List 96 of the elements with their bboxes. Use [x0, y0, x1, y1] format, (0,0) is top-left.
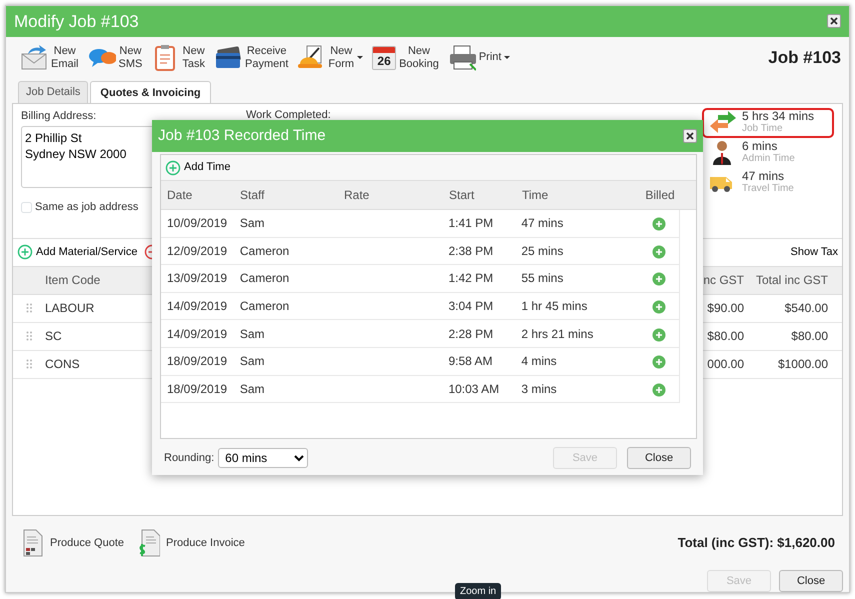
- dialog-button[interactable]: Close: [627, 447, 691, 469]
- table-cell-text: 1 hr 45 mins: [521, 298, 588, 316]
- table-cell-text: $90.00: [707, 300, 744, 318]
- add-time-button[interactable]: Add Time: [165, 159, 230, 176]
- time-value: 47 mins: [742, 170, 786, 184]
- table-cell-text: 9:58 AM: [448, 353, 494, 370]
- checkbox[interactable]: [21, 202, 32, 214]
- column-header: Time: [522, 187, 550, 204]
- plus-icon[interactable]: [652, 382, 666, 397]
- plus-icon: [165, 160, 181, 176]
- drag-handle-icon[interactable]: [26, 331, 32, 342]
- plus-icon: [17, 244, 33, 260]
- table-cell-text: 25 mins: [521, 242, 564, 260]
- table-cell-text: $80.00: [707, 328, 744, 346]
- produce-button[interactable]: Produce Invoice: [136, 529, 245, 558]
- field-label: Work Completed:: [246, 108, 331, 122]
- drag-handle-icon[interactable]: [26, 359, 32, 370]
- checkbox-label: Same as job address: [35, 200, 138, 216]
- close-button[interactable]: [683, 129, 697, 143]
- field-label: Billing Address:: [21, 108, 98, 124]
- time-label: Travel Time: [742, 183, 794, 196]
- column-header: Total inc GST: [754, 272, 828, 290]
- column-header: Item Code: [45, 272, 100, 290]
- table-cell-text: Cameron: [240, 298, 290, 316]
- table-cell-text: 4 mins: [521, 353, 558, 370]
- table-cell-text: 2:38 PM: [448, 242, 494, 260]
- table-cell-text: 12/09/2019: [166, 242, 228, 260]
- show-tax-link[interactable]: Show Tax: [790, 244, 838, 261]
- table-cell-text: 14/09/2019: [166, 326, 228, 343]
- column-header: nc GST: [703, 272, 744, 290]
- table-cell-text: 18/09/2019: [166, 353, 228, 370]
- table-cell-text: Cameron: [240, 242, 290, 260]
- drag-handle-icon[interactable]: [26, 303, 32, 314]
- produce-button[interactable]: Produce Quote: [20, 529, 124, 558]
- table-cell-text: 2 hrs 21 mins: [521, 326, 594, 343]
- plus-icon[interactable]: [652, 328, 666, 342]
- total-amount: Total (inc GST): $1,620.00: [678, 534, 835, 552]
- toolbar-button[interactable]: New Form: [297, 44, 364, 72]
- plus-icon[interactable]: [652, 244, 666, 259]
- close-icon: [828, 15, 840, 28]
- job-number: Job #103: [768, 47, 841, 70]
- tooltip: Zoom in: [455, 583, 502, 599]
- plus-icon[interactable]: [652, 217, 666, 232]
- column-header: Start: [449, 187, 476, 204]
- table-cell-text: 3:04 PM: [448, 298, 494, 316]
- tab[interactable]: Quotes & Invoicing: [90, 80, 211, 104]
- dialog-button[interactable]: Close: [779, 570, 843, 592]
- plus-icon[interactable]: [652, 272, 666, 286]
- add-material-button[interactable]: Add Material/Service: [17, 244, 138, 261]
- time-label: Job Time: [742, 123, 784, 136]
- table-cell-text: 000.00: [707, 356, 744, 374]
- table-cell-text: 10:03 AM: [448, 380, 500, 398]
- field-label: Rounding:: [164, 450, 214, 466]
- toolbar-button[interactable]: Receive Payment: [214, 44, 288, 72]
- table-cell-text: CONS: [45, 356, 80, 374]
- calendar-icon: 26: [372, 46, 396, 70]
- toolbar-button[interactable]: New Email: [20, 44, 79, 72]
- table-cell-text: Sam: [240, 380, 266, 398]
- table-cell-text: Sam: [240, 326, 266, 343]
- table-cell-text: 47 mins: [521, 215, 564, 232]
- table-cell-text: Cameron: [240, 270, 290, 288]
- rounding-select[interactable]: 60 mins: [218, 448, 308, 468]
- close-icon: [684, 130, 696, 142]
- table-cell-text: 3 mins: [521, 380, 558, 398]
- table-cell-text: SC: [45, 328, 62, 346]
- table-cell-text: 10/09/2019: [166, 215, 228, 232]
- table-cell-text: Sam: [240, 215, 266, 232]
- plus-icon[interactable]: [652, 355, 666, 370]
- window-title: Modify Job #103: [14, 10, 139, 33]
- table-cell-text: 2:28 PM: [448, 326, 494, 343]
- close-button[interactable]: [827, 14, 841, 28]
- table-cell-text: 13/09/2019: [166, 270, 228, 288]
- table-cell-text: $540.00: [784, 300, 828, 318]
- tab[interactable]: Job Details: [18, 80, 88, 103]
- table-cell-text: 1:42 PM: [448, 270, 494, 288]
- envelope-icon: [20, 44, 48, 72]
- table-cell-text: LABOUR: [45, 300, 94, 318]
- time-value: 6 mins: [742, 140, 778, 154]
- toolbar-button[interactable]: New Task: [151, 44, 205, 72]
- table-cell-text: 18/09/2019: [166, 380, 228, 398]
- column-header: Staff: [240, 187, 266, 204]
- toolbar-button[interactable]: Print: [448, 44, 510, 72]
- plus-icon[interactable]: [652, 300, 666, 314]
- table-cell-text: 1:41 PM: [448, 215, 494, 232]
- table-cell-text: 14/09/2019: [166, 298, 228, 316]
- toolbar-button[interactable]: New SMS: [88, 44, 142, 72]
- table-cell-text: $80.00: [790, 328, 828, 346]
- table-cell-text: $1000.00: [776, 356, 828, 374]
- table-cell-text: 55 mins: [521, 270, 564, 288]
- table-cell-text: Sam: [240, 353, 266, 370]
- time-value: 5 hrs 34 mins: [742, 110, 814, 124]
- column-header: Billed: [644, 187, 676, 204]
- time-label: Admin Time: [742, 153, 795, 166]
- column-header: Date: [166, 187, 194, 204]
- printer-icon: [448, 44, 476, 72]
- column-header: Rate: [344, 187, 370, 204]
